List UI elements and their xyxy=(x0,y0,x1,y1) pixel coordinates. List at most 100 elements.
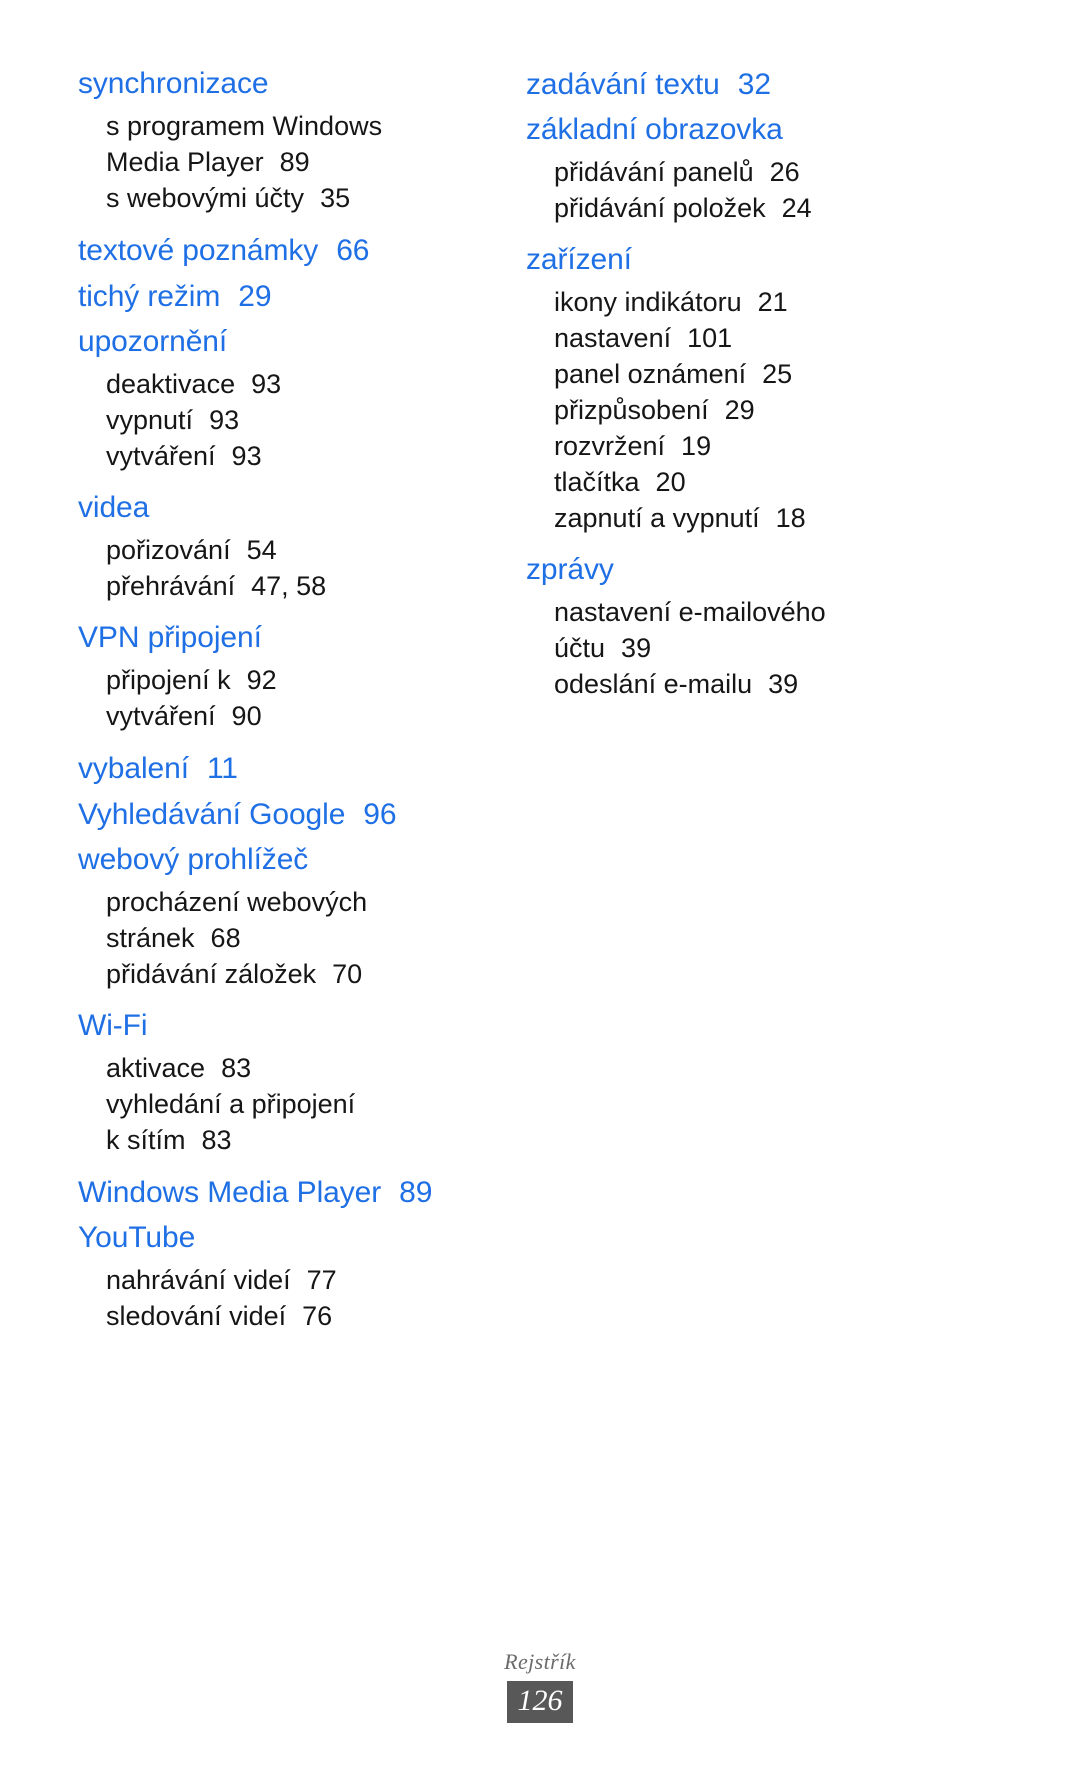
index-subentry[interactable]: vypnutí 93 xyxy=(78,402,478,438)
index-subentry-list: deaktivace 93 vypnutí 93 vytváření 93 xyxy=(78,366,478,474)
index-entry-heading[interactable]: YouTube xyxy=(78,1216,478,1260)
index-subentry-page-number: 19 xyxy=(681,431,712,461)
index-subentry[interactable]: přidávání panelů 26 xyxy=(526,154,926,190)
index-subentry-label: nastavení xyxy=(554,323,672,353)
index-entry-heading-label: videa xyxy=(78,491,150,524)
index-subentry-list: aktivace 83 vyhledání a připojení k sítím 83 xyxy=(78,1050,478,1158)
index-subentry-label: vypnutí xyxy=(106,405,194,435)
index-subentry[interactable]: procházení webových xyxy=(78,884,478,920)
index-subentry[interactable]: připojení k 92 xyxy=(78,662,478,698)
index-subentry[interactable]: zapnutí a vypnutí 18 xyxy=(526,500,926,536)
index-subentry-list: pořizování 54 přehrávání 47, 58 xyxy=(78,532,478,604)
index-subentry[interactable]: nastavení 101 xyxy=(526,320,926,356)
index-entry-heading[interactable]: tichý režim 29 xyxy=(78,274,478,320)
index-entry-group: zprávy nastavení e-mailového účtu 39 odeslán… xyxy=(526,548,926,702)
index-entry-group: Windows Media Player 89 xyxy=(78,1170,478,1216)
index-entry-heading[interactable]: textové poznámky 66 xyxy=(78,228,478,274)
index-subentry-label: procházení webových xyxy=(106,887,368,917)
index-entry-group: zadávání textu 32 xyxy=(526,62,926,108)
index-entry-page-number: 11 xyxy=(206,752,238,785)
index-subentry[interactable]: účtu 39 xyxy=(526,630,926,666)
index-subentry-page-number: 24 xyxy=(781,193,812,223)
index-entry-heading-label: VPN připojení xyxy=(78,621,262,654)
index-entry-heading[interactable]: VPN připojení xyxy=(78,616,478,660)
index-subentry[interactable]: aktivace 83 xyxy=(78,1050,478,1086)
index-subentry[interactable]: tlačítka 20 xyxy=(526,464,926,500)
index-subentry[interactable]: rozvržení 19 xyxy=(526,428,926,464)
index-subentry[interactable]: přidávání záložek 70 xyxy=(78,956,478,992)
index-entry-heading[interactable]: Wi-Fi xyxy=(78,1004,478,1048)
index-subentry-label: zapnutí a vypnutí xyxy=(554,503,760,533)
index-subentry[interactable]: pořizování 54 xyxy=(78,532,478,568)
index-subentry-page-number: 93 xyxy=(231,441,262,471)
index-entry-heading[interactable]: základní obrazovka xyxy=(526,108,926,152)
index-entry-group: synchronizace s programem Windows Media Pl… xyxy=(78,62,478,216)
index-subentry[interactable]: nahrávání videí 77 xyxy=(78,1262,478,1298)
index-subentry[interactable]: deaktivace 93 xyxy=(78,366,478,402)
index-subentry[interactable]: nastavení e-mailového xyxy=(526,594,926,630)
index-entry-heading-label: upozornění xyxy=(78,325,228,358)
index-entry-heading[interactable]: synchronizace xyxy=(78,62,478,106)
page-number-badge: 126 xyxy=(507,1681,573,1723)
index-entry-heading-label: Wi-Fi xyxy=(78,1009,148,1042)
index-entry-group: Wi-Fi aktivace 83 vyhledání a připojení k sí… xyxy=(78,1004,478,1158)
index-subentry-label: sledování videí xyxy=(106,1301,287,1331)
index-subentry-label: Media Player xyxy=(106,147,264,177)
index-entry-group: základní obrazovka přidávání panelů 26 přid… xyxy=(526,108,926,226)
index-entry-page-number: 89 xyxy=(399,1176,433,1209)
index-subentry[interactable]: panel oznámení 25 xyxy=(526,356,926,392)
index-entry-group: upozornění deaktivace 93 vypnutí 93 vytváření… xyxy=(78,320,478,474)
index-subentry-page-number: 20 xyxy=(655,467,686,497)
index-entry-heading[interactable]: zadávání textu 32 xyxy=(526,62,926,108)
index-entry-heading-label: zařízení xyxy=(526,243,632,276)
index-subentry[interactable]: přehrávání 47, 58 xyxy=(78,568,478,604)
index-subentry[interactable]: k sítím 83 xyxy=(78,1122,478,1158)
index-entry-heading-label: základní obrazovka xyxy=(526,113,783,146)
index-subentry-label: s webovými účty xyxy=(106,183,305,213)
index-subentry[interactable]: přidávání položek 24 xyxy=(526,190,926,226)
index-subentry[interactable]: vytváření 93 xyxy=(78,438,478,474)
index-subentry-page-number: 83 xyxy=(201,1125,232,1155)
index-entry-heading-label: webový prohlížeč xyxy=(78,843,309,876)
index-entry-heading-label: Vyhledávání Google xyxy=(78,798,346,831)
index-subentry-page-number: 83 xyxy=(221,1053,252,1083)
page-footer: Rejstřík 126 xyxy=(0,1649,1080,1723)
index-subentry-page-number: 93 xyxy=(251,369,282,399)
index-page: synchronizace s programem Windows Media Pl… xyxy=(0,0,1080,1771)
index-subentry-list: nastavení e-mailového účtu 39 odeslání e-ma… xyxy=(526,594,926,702)
index-entry-heading[interactable]: Windows Media Player 89 xyxy=(78,1170,478,1216)
index-entry-heading-label: YouTube xyxy=(78,1221,196,1254)
index-subentry-label: deaktivace xyxy=(106,369,236,399)
index-subentry[interactable]: ikony indikátoru 21 xyxy=(526,284,926,320)
index-entry-heading[interactable]: Vyhledávání Google 96 xyxy=(78,792,478,838)
index-subentry-list: s programem Windows Media Player 89 s webov… xyxy=(78,108,478,216)
index-subentry[interactable]: přizpůsobení 29 xyxy=(526,392,926,428)
index-subentry[interactable]: Media Player 89 xyxy=(78,144,478,180)
index-entry-group: Vyhledávání Google 96 xyxy=(78,792,478,838)
index-subentry[interactable]: vytváření 90 xyxy=(78,698,478,734)
index-columns: synchronizace s programem Windows Media Pl… xyxy=(78,62,1002,1346)
index-entry-heading[interactable]: upozornění xyxy=(78,320,478,364)
index-subentry-label: nastavení e-mailového xyxy=(554,597,826,627)
index-subentry-label: tlačítka xyxy=(554,467,640,497)
index-entry-group: YouTube nahrávání videí 77 sledování videí 7… xyxy=(78,1216,478,1334)
index-entry-heading[interactable]: videa xyxy=(78,486,478,530)
index-entry-heading[interactable]: zařízení xyxy=(526,238,926,282)
index-subentry-page-number: 70 xyxy=(332,959,363,989)
index-subentry[interactable]: vyhledání a připojení xyxy=(78,1086,478,1122)
index-column-right: zadávání textu 32 základní obrazovka přidáv… xyxy=(526,62,926,714)
index-subentry[interactable]: sledování videí 76 xyxy=(78,1298,478,1334)
index-subentry[interactable]: stránek 68 xyxy=(78,920,478,956)
index-entry-group: textové poznámky 66 xyxy=(78,228,478,274)
index-subentry-label: připojení k xyxy=(106,665,231,695)
footer-section-label: Rejstřík xyxy=(504,1649,576,1674)
index-subentry[interactable]: s webovými účty 35 xyxy=(78,180,478,216)
index-subentry-page-number: 25 xyxy=(762,359,793,389)
index-subentry-label: nahrávání videí xyxy=(106,1265,291,1295)
index-subentry[interactable]: s programem Windows xyxy=(78,108,478,144)
index-entry-heading[interactable]: zprávy xyxy=(526,548,926,592)
index-subentry[interactable]: odeslání e-mailu 39 xyxy=(526,666,926,702)
index-entry-heading[interactable]: webový prohlížeč xyxy=(78,838,478,882)
index-entry-heading[interactable]: vybalení 11 xyxy=(78,746,478,792)
index-entry-heading-label: vybalení xyxy=(78,752,189,785)
